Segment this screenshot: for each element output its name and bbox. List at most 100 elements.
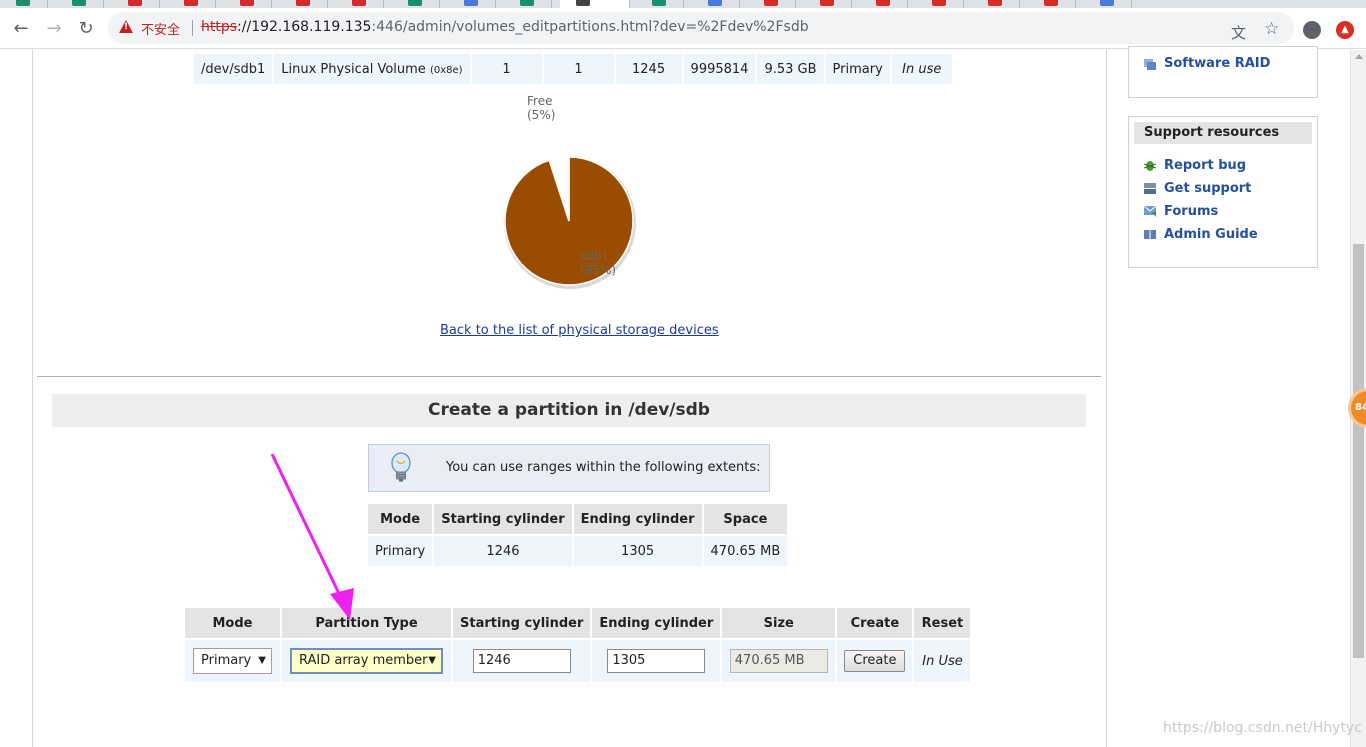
partition-end: 1245 bbox=[615, 54, 682, 84]
partition-size: 9.53 GB bbox=[757, 54, 824, 84]
browser-tab-active[interactable] bbox=[560, 0, 630, 8]
pie-label-sdb1: sdb1 (95%) bbox=[580, 249, 616, 277]
browser-tab[interactable] bbox=[168, 0, 216, 8]
form-create-cell: Create bbox=[837, 640, 913, 682]
sidebar-box-support: Support resources Report bug Get support… bbox=[1128, 116, 1318, 268]
partition-type: Linux Physical Volume (0x8e) bbox=[274, 54, 470, 84]
browser-tab[interactable] bbox=[280, 0, 328, 8]
partition-device: /dev/sdb1 bbox=[194, 54, 273, 84]
tab-favicon-icon bbox=[240, 0, 254, 6]
security-label[interactable]: 不安全 bbox=[141, 19, 180, 38]
forward-arrow-icon[interactable]: → bbox=[43, 18, 65, 40]
report-bug-link[interactable]: Report bug bbox=[1164, 158, 1246, 173]
tab-favicon-icon bbox=[876, 0, 890, 6]
browser-tab[interactable] bbox=[1028, 0, 1076, 8]
scrollbar-thumb[interactable] bbox=[1353, 244, 1364, 658]
table-row: Primary ▼ RAID array member ▼ 1246 1305 47… bbox=[185, 640, 971, 682]
partition-type-select-value: RAID array member bbox=[299, 653, 428, 668]
software-raid-link[interactable]: Software RAID bbox=[1164, 56, 1270, 71]
browser-tab[interactable] bbox=[748, 0, 796, 8]
create-button[interactable]: Create bbox=[844, 650, 906, 672]
scroll-up-arrow-icon[interactable] bbox=[1355, 54, 1363, 59]
tab-favicon-icon bbox=[1044, 0, 1058, 6]
partition-type-select[interactable]: RAID array member ▼ bbox=[290, 648, 443, 674]
reload-icon[interactable]: ↻ bbox=[75, 18, 97, 40]
tab-favicon-icon bbox=[820, 0, 834, 6]
browser-tab[interactable] bbox=[392, 0, 440, 8]
tab-favicon-icon bbox=[520, 0, 534, 6]
pie-label-free-name: Free bbox=[527, 94, 553, 108]
tab-favicon-icon bbox=[352, 0, 366, 6]
browser-tab[interactable] bbox=[692, 0, 740, 8]
back-to-devices-link[interactable]: Back to the list of physical storage dev… bbox=[440, 323, 719, 338]
tab-favicon-icon bbox=[764, 0, 778, 6]
bookmark-star-icon[interactable]: ☆ bbox=[1264, 19, 1279, 39]
tab-favicon-icon bbox=[708, 0, 722, 6]
table-header-row: Mode Starting cylinder Ending cylinder S… bbox=[368, 504, 788, 534]
address-bar[interactable]: 不安全 https://192.168.119.135:446/admin/vo… bbox=[108, 12, 1294, 44]
form-reset-status: In Use bbox=[914, 640, 971, 682]
partition-mode: Primary bbox=[825, 54, 890, 84]
tab-favicon-icon bbox=[296, 0, 310, 6]
tab-strip bbox=[0, 0, 1366, 8]
browser-tab[interactable] bbox=[224, 0, 272, 8]
form-end-cell: 1305 bbox=[592, 640, 721, 682]
hint-box: You can use ranges within the following … bbox=[368, 444, 770, 492]
form-start-cell: 1246 bbox=[453, 640, 591, 682]
browser-tab[interactable] bbox=[972, 0, 1020, 8]
partition-blocks: 9995814 bbox=[683, 54, 756, 84]
browser-tab[interactable] bbox=[636, 0, 684, 8]
browser-tab[interactable] bbox=[448, 0, 496, 8]
extents-header-mode: Mode bbox=[368, 504, 433, 534]
create-partition-title: Create a partition in /dev/sdb bbox=[52, 394, 1086, 427]
pie-label-free: Free (5%) bbox=[527, 94, 555, 122]
extents-header-space: Space bbox=[703, 504, 788, 534]
hint-text: You can use ranges within the following … bbox=[446, 460, 761, 475]
dropdown-arrow-icon: ▼ bbox=[428, 655, 436, 666]
ending-cylinder-input[interactable]: 1305 bbox=[607, 649, 706, 673]
get-support-link[interactable]: Get support bbox=[1164, 181, 1251, 196]
extents-start: 1246 bbox=[434, 536, 572, 566]
extents-end: 1305 bbox=[573, 536, 702, 566]
back-arrow-icon[interactable]: ← bbox=[10, 18, 32, 40]
tab-favicon-icon bbox=[184, 0, 198, 6]
warning-triangle-icon bbox=[119, 20, 133, 33]
url-text[interactable]: https://192.168.119.135:446/admin/volume… bbox=[201, 19, 809, 35]
browser-tab[interactable] bbox=[860, 0, 908, 8]
partition-type-code: (0x8e) bbox=[429, 64, 463, 76]
tab-favicon-icon bbox=[464, 0, 478, 6]
tab-favicon-icon bbox=[128, 0, 142, 6]
extension-icon[interactable]: ▲ bbox=[1336, 21, 1354, 39]
browser-tab[interactable] bbox=[112, 0, 160, 8]
starting-cylinder-input[interactable]: 1246 bbox=[472, 649, 571, 673]
translate-icon[interactable]: 文 bbox=[1231, 22, 1246, 43]
forums-link[interactable]: Forums bbox=[1164, 204, 1218, 219]
mode-select[interactable]: Primary ▼ bbox=[193, 648, 272, 674]
form-size-cell: 470.65 MB bbox=[722, 640, 836, 682]
browser-tab[interactable] bbox=[916, 0, 964, 8]
tab-favicon-icon bbox=[1100, 0, 1114, 6]
sidebar-box-raid: Software RAID bbox=[1128, 46, 1318, 98]
pie-label-sdb1-percent: (95%) bbox=[580, 263, 617, 277]
extents-mode: Primary bbox=[368, 536, 433, 566]
form-type-cell: RAID array member ▼ bbox=[282, 640, 451, 682]
partition-pie-chart bbox=[504, 156, 636, 289]
url-scheme: https bbox=[201, 19, 238, 35]
form-header-end: Ending cylinder bbox=[592, 608, 721, 638]
browser-tab[interactable] bbox=[1084, 0, 1132, 8]
browser-tab[interactable] bbox=[504, 0, 552, 8]
partition-start: 1 bbox=[471, 54, 542, 84]
extents-space: 470.65 MB bbox=[703, 536, 788, 566]
browser-tab[interactable] bbox=[336, 0, 384, 8]
tab-favicon-icon bbox=[408, 0, 422, 6]
form-mode-cell: Primary ▼ bbox=[185, 640, 280, 682]
browser-tab[interactable] bbox=[56, 0, 104, 8]
form-header-start: Starting cylinder bbox=[453, 608, 591, 638]
profile-avatar-icon[interactable] bbox=[1303, 21, 1321, 39]
partition-type-label: Linux Physical Volume bbox=[281, 61, 426, 77]
browser-tab[interactable] bbox=[0, 0, 48, 8]
admin-guide-link[interactable]: Admin Guide bbox=[1164, 227, 1258, 242]
url-path: :446/admin/volumes_editpartitions.html?d… bbox=[371, 19, 809, 35]
browser-tab[interactable] bbox=[804, 0, 852, 8]
form-header-create: Create bbox=[837, 608, 913, 638]
